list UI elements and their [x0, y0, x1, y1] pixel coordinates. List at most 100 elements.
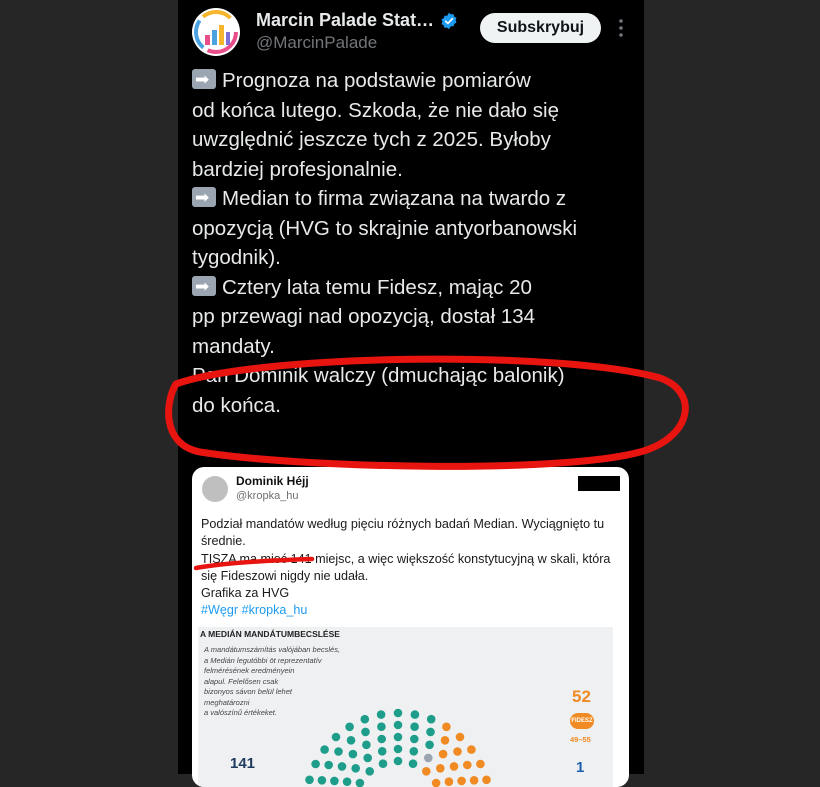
tweet-line: bardziej profesjonalnie.	[192, 157, 403, 181]
seat-dot	[393, 756, 403, 766]
fidesz-range: 49–55	[570, 735, 591, 744]
seat-dot	[324, 760, 333, 770]
quoted-line: Podział mandatów według pięciu różnych b…	[201, 517, 605, 531]
verified-badge-icon	[441, 12, 457, 29]
tweet-line: pp przewagi nad opozycją, dostał 134	[192, 305, 536, 328]
seat-dot	[438, 749, 448, 759]
tweet-text: Prognoza na podstawie pomiarów od końca …	[192, 66, 632, 420]
quoted-author-handle: @kropka_hu	[236, 490, 299, 502]
seat-dot	[469, 776, 479, 785]
tweet-line: Median to firma związana na twardo z	[192, 184, 632, 214]
seat-dot	[410, 722, 419, 731]
quoted-text: Podział mandatów według pięciu różnych b…	[201, 516, 625, 620]
graphic-title: A MEDIÁN MANDÁTUMBECSLÉSE	[200, 629, 340, 639]
quoted-post-image[interactable]: Dominik Héjj @kropka_hu Podział mandatów…	[192, 467, 629, 787]
seat-dot	[442, 722, 451, 732]
seat-dot	[362, 740, 371, 750]
seat-dot	[311, 759, 320, 769]
quoted-line: się Fideszowi nigdy nie udała.	[201, 568, 369, 583]
seat-dot	[440, 736, 450, 745]
seat-dot	[409, 747, 419, 756]
subscribe-button[interactable]: Subskrybuj	[480, 13, 601, 43]
seat-dot	[361, 727, 370, 737]
quoted-author-avatar	[202, 476, 228, 502]
right-arrow-icon	[192, 184, 216, 214]
quoted-line: TISZA ma mieć 141 miejsc, a więc większo…	[201, 551, 611, 566]
tisza-seat-count: 141	[230, 755, 256, 772]
seat-dot	[436, 764, 445, 773]
seat-dot	[476, 759, 485, 769]
seat-dot	[431, 778, 441, 787]
seat-dot	[393, 720, 403, 730]
author-avatar[interactable]	[192, 8, 240, 56]
chart-logo-icon	[193, 9, 239, 55]
seat-dot	[426, 714, 436, 724]
right-arrow-icon	[192, 273, 216, 302]
tweet-line: mandaty.	[192, 334, 275, 358]
seat-dot	[449, 762, 459, 771]
quoted-line: średnie.	[201, 534, 246, 549]
seat-dot	[410, 734, 419, 744]
seat-dot	[360, 714, 370, 724]
quoted-author-name: Dominik Héjj	[236, 474, 309, 488]
seat-dot	[334, 747, 343, 756]
tweet-line: Pan Dominik walczy (dmuchając balonik)	[192, 364, 565, 387]
fidesz-label: FIDESZ	[570, 713, 594, 729]
tweet-line: Cztery lata temu Fidesz, mając 20	[192, 273, 632, 302]
seat-dot	[425, 740, 434, 750]
fidesz-seat-count: 52	[572, 687, 591, 706]
seat-dot	[376, 710, 386, 719]
seat-dot	[378, 759, 388, 768]
seat-dot	[377, 722, 386, 731]
tweet-line: od końca lutego. Szkoda, że nie dało się	[192, 98, 559, 122]
left-backdrop	[0, 0, 178, 774]
quoted-line: Grafika za HVG	[201, 586, 290, 601]
tweet-line: Prognoza na podstawie pomiarów	[192, 66, 632, 96]
seat-dot	[467, 745, 476, 754]
seat-dot	[455, 732, 465, 742]
seat-dot	[393, 744, 403, 754]
seat-dot	[365, 767, 374, 776]
graphic-note: A mandátumszámítás valójában becslés, a …	[204, 645, 341, 717]
seat-dot	[424, 753, 433, 763]
seat-dot	[351, 764, 360, 773]
author-display-name[interactable]: Marcin Palade Stat…	[256, 10, 434, 31]
seat-dot	[482, 775, 491, 785]
seat-dot	[337, 762, 347, 771]
right-arrow-icon	[192, 66, 216, 96]
tweet-line: uwzględnić jeszcze tych z 2025. Byłoby	[192, 128, 551, 151]
tweet-line: tygodnik).	[192, 246, 281, 269]
seat-dot	[457, 776, 466, 786]
seat-dot	[348, 749, 358, 759]
tweet-line: do końca.	[192, 393, 281, 417]
seat-dot	[410, 710, 420, 719]
seat-dot	[345, 722, 354, 732]
seat-dot	[331, 732, 341, 742]
seat-dot	[393, 732, 403, 742]
quoted-hashtags: #Węgr #kropka_hu	[201, 603, 308, 618]
right-backdrop	[644, 0, 820, 774]
seat-dot	[320, 745, 329, 754]
seat-dot	[330, 776, 339, 786]
seat-dot	[463, 760, 472, 770]
seat-dot	[317, 776, 327, 785]
seat-dot	[444, 777, 454, 786]
seat-dot	[422, 767, 431, 776]
seat-dot	[393, 708, 403, 718]
seat-dot	[342, 777, 352, 786]
seat-dot	[305, 775, 314, 785]
seat-dot	[346, 736, 356, 745]
mandate-estimate-graphic: A MEDIÁN MANDÁTUMBECSLÉSE A mandátumszám…	[198, 627, 613, 787]
seat-dot	[363, 753, 372, 763]
author-handle[interactable]: @MarcinPalade	[256, 33, 377, 53]
seat-dot	[377, 734, 386, 744]
seat-dot	[426, 727, 435, 737]
other-seat-count: 1	[576, 759, 585, 776]
more-vertical-icon[interactable]	[614, 16, 628, 40]
redaction-block	[578, 476, 620, 491]
seat-dot	[355, 778, 365, 787]
tweet-line: opozycją (HVG to skrajnie antyorbanowski	[192, 216, 578, 240]
seat-dot	[408, 759, 418, 768]
seat-dot	[377, 747, 387, 756]
seat-dot	[453, 747, 462, 756]
